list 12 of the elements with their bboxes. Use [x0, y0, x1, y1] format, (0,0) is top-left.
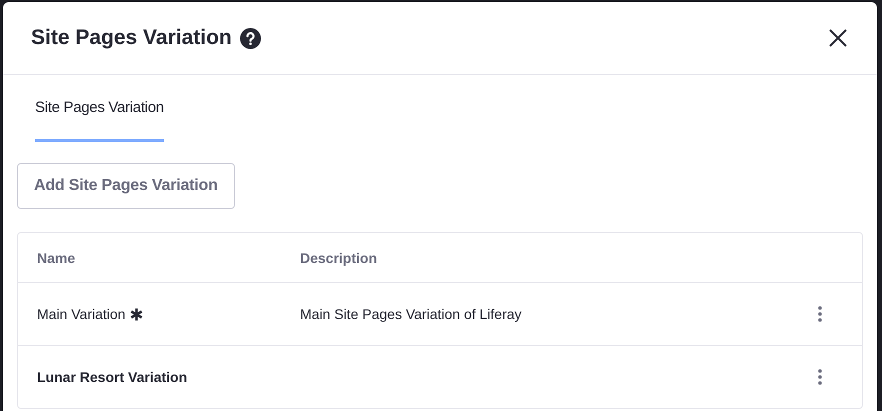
tab[interactable]: Site Pages Variation	[35, 75, 164, 142]
column-header: Description	[300, 250, 378, 266]
table-cell: Main Site Pages Variation of Liferay	[300, 306, 522, 322]
kebab-menu-icon[interactable]	[818, 369, 822, 385]
close-icon[interactable]	[829, 29, 847, 47]
table-cell: Lunar Resort Variation	[37, 369, 188, 385]
dialog-title: Site Pages Variation	[31, 26, 232, 50]
column-header: Name	[37, 250, 76, 266]
help-icon[interactable]	[240, 28, 261, 48]
kebab-menu-icon[interactable]	[818, 306, 822, 322]
add-button[interactable]: Add Site Pages Variation	[17, 163, 235, 209]
table-cell: Main Variation	[37, 306, 126, 322]
